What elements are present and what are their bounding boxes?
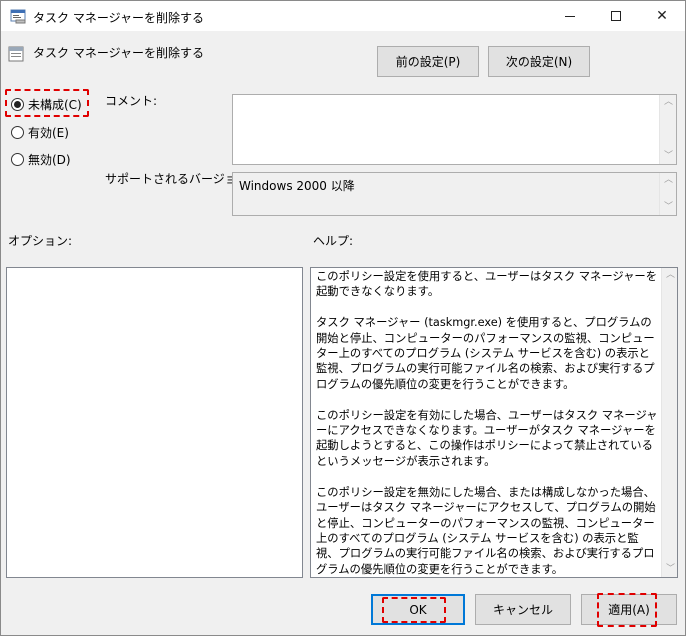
scroll-up-icon[interactable]: ︿ (663, 97, 674, 108)
scroll-down-icon[interactable]: ﹀ (665, 564, 676, 575)
maximize-icon (611, 11, 621, 21)
minimize-button[interactable] (547, 1, 593, 31)
policy-icon (8, 46, 24, 62)
options-panel (6, 267, 303, 578)
radio-label: 無効(D) (28, 153, 71, 167)
radio-not-configured[interactable]: 未構成(C) (11, 96, 82, 113)
supported-scrollbar[interactable]: ︿ ﹀ (659, 173, 676, 215)
radio-icon (11, 98, 24, 111)
policy-title: タスク マネージャーを削除する (33, 46, 204, 60)
next-setting-button[interactable]: 次の設定(N) (488, 46, 590, 77)
radio-enabled[interactable]: 有効(E) (11, 124, 69, 141)
comment-label: コメント: (105, 94, 158, 108)
radio-icon (11, 153, 24, 166)
scroll-up-icon[interactable]: ︿ (665, 270, 676, 281)
help-scrollbar[interactable]: ︿ ﹀ (661, 268, 677, 577)
window-title: タスク マネージャーを削除する (33, 11, 204, 25)
comment-field[interactable]: ︿ ﹀ (232, 94, 677, 165)
scroll-down-icon[interactable]: ﹀ (663, 202, 674, 213)
supported-value: Windows 2000 以降 (239, 179, 355, 193)
radio-label: 未構成(C) (28, 98, 82, 112)
radio-icon (11, 126, 24, 139)
help-label: ヘルプ: (313, 234, 354, 248)
help-text: このポリシー設定を使用すると、ユーザーはタスク マネージャーを起動できなくなりま… (316, 270, 658, 576)
comment-scrollbar[interactable]: ︿ ﹀ (659, 95, 676, 164)
policy-icon (10, 9, 26, 24)
minimize-icon (565, 15, 575, 17)
options-label: オプション: (8, 234, 73, 248)
title-bar[interactable]: タスク マネージャーを削除する ✕ (1, 1, 685, 31)
ok-button[interactable]: OK (371, 594, 465, 625)
maximize-button[interactable] (593, 1, 639, 31)
cancel-button[interactable]: キャンセル (475, 594, 571, 625)
supported-field: Windows 2000 以降 ︿ ﹀ (232, 172, 677, 216)
previous-setting-button[interactable]: 前の設定(P) (377, 46, 479, 77)
close-icon: ✕ (656, 8, 668, 24)
scroll-up-icon[interactable]: ︿ (663, 175, 674, 186)
scroll-down-icon[interactable]: ﹀ (663, 151, 674, 162)
apply-button[interactable]: 適用(A) (581, 594, 677, 625)
radio-label: 有効(E) (28, 126, 69, 140)
supported-label: サポートされるバージョン: (105, 172, 253, 186)
policy-dialog-window: タスク マネージャーを削除する ✕ タスク マネージャーを削除する 前の設定(P… (0, 0, 686, 636)
radio-disabled[interactable]: 無効(D) (11, 151, 71, 168)
close-button[interactable]: ✕ (639, 1, 685, 31)
